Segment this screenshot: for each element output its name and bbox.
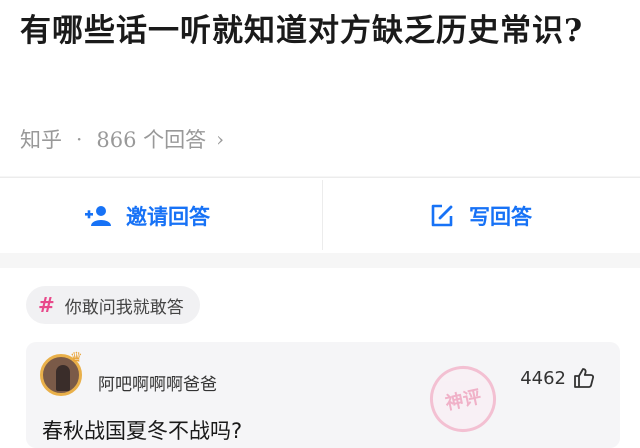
author-name[interactable]: 阿吧啊啊啊爸爸 <box>98 370 217 395</box>
add-person-icon <box>85 206 111 226</box>
topic-tag-label: 你敢问我就敢答 <box>64 297 184 318</box>
meta-separator: · <box>76 127 83 151</box>
invite-answer-label: 邀请回答 <box>126 204 210 229</box>
write-answer-button[interactable]: 写回答 <box>429 178 532 254</box>
question-meta[interactable]: 知乎 · 866 个回答 › <box>20 122 224 156</box>
action-divider <box>322 180 323 250</box>
edit-icon <box>431 204 453 227</box>
crown-icon: ♛ <box>70 350 83 366</box>
source-label: 知乎 <box>20 128 62 152</box>
question-header: 有哪些话一听就知道对方缺乏历史常识? 知乎 · 866 个回答 › <box>0 0 640 176</box>
question-title[interactable]: 有哪些话一听就知道对方缺乏历史常识? <box>20 6 620 57</box>
answer-card[interactable]: ♛ 阿吧啊啊啊爸爸 神评 4462 春秋战国夏冬不战吗? <box>26 342 620 448</box>
answer-count: 866 个回答 <box>96 128 207 152</box>
answers-section: # 你敢问我就敢答 ♛ 阿吧啊啊啊爸爸 神评 4462 春秋战国夏冬不战吗? <box>0 268 640 448</box>
invite-answer-button[interactable]: 邀请回答 <box>84 178 210 254</box>
featured-stamp: 神评 <box>423 359 503 439</box>
hash-icon: # <box>38 293 55 317</box>
avatar-icon <box>56 365 70 391</box>
chevron-right-icon: › <box>216 127 225 151</box>
thumbs-up-icon <box>574 368 595 388</box>
write-answer-label: 写回答 <box>469 204 532 229</box>
like-button[interactable]: 4462 <box>520 366 596 390</box>
action-bar: 邀请回答 写回答 <box>0 177 640 253</box>
answer-text[interactable]: 春秋战国夏冬不战吗? <box>42 415 242 445</box>
stamp-text: 神评 <box>443 386 484 415</box>
like-count: 4462 <box>520 367 566 389</box>
topic-tag[interactable]: # 你敢问我就敢答 <box>26 286 200 324</box>
